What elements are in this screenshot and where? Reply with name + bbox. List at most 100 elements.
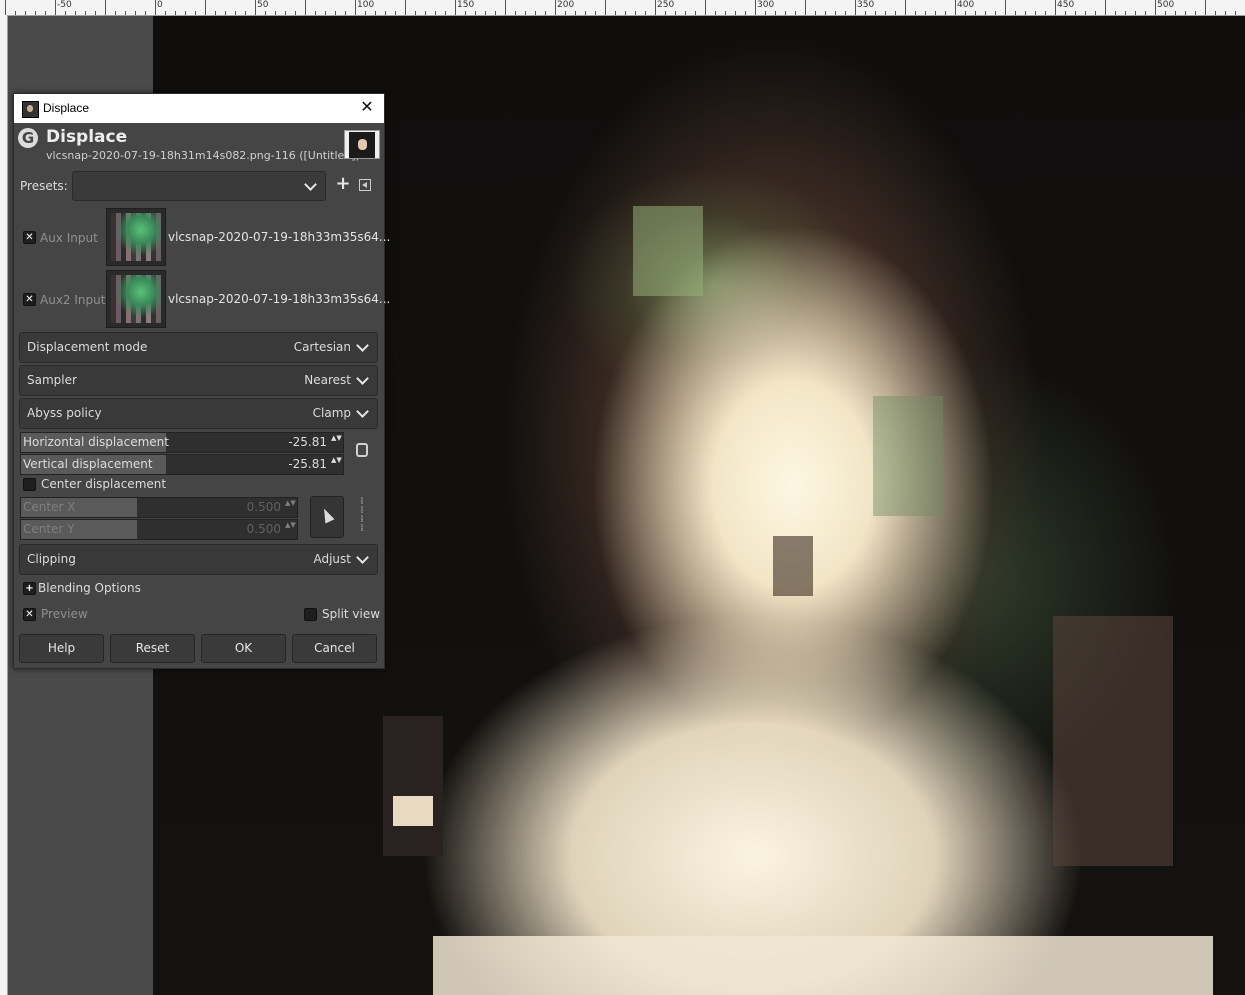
presets-combo[interactable]: [72, 171, 326, 201]
plus-icon[interactable]: +: [335, 175, 351, 193]
ruler-tick: [185, 11, 186, 15]
ruler-tick: [935, 11, 936, 15]
chain-link-icon[interactable]: ⁞ ⁞ ⁞ ⁞: [355, 497, 369, 535]
aux2-input-filename: vlcsnap-2020-07-19-18h33m35s64...: [168, 292, 391, 306]
vertical-ruler[interactable]: [0, 15, 8, 995]
reset-button[interactable]: Reset: [110, 634, 195, 663]
ruler-tick: [1195, 11, 1196, 15]
horizontal-ruler[interactable]: -50 0 50 100 150 200 250 300 350 400 450 500: [0, 0, 1245, 16]
ruler-tick: [175, 11, 176, 15]
ruler-tick: [875, 11, 876, 15]
aux2-input-thumbnail[interactable]: [106, 270, 166, 328]
aux-input-row: ✕ Aux Input vlcsnap-2020-07-19-18h33m35s…: [14, 208, 390, 266]
ruler-tick: [495, 11, 496, 15]
preview-checkbox[interactable]: ✕: [23, 608, 36, 621]
ruler-tick: [1115, 11, 1116, 15]
ruler-tick: [545, 11, 546, 15]
ruler-tick: [475, 11, 476, 15]
spin-arrows-icon[interactable]: ▲▼: [331, 434, 342, 451]
ruler-tick: [1105, 0, 1106, 15]
ruler-tick: [1215, 11, 1216, 15]
ruler-tick: [645, 11, 646, 15]
operation-title: Displace: [46, 127, 128, 147]
ruler-tick: [15, 11, 16, 15]
ruler-label: 0: [157, 0, 163, 10]
ruler-tick: [625, 11, 626, 15]
ruler-tick: [425, 11, 426, 15]
ruler-tick: [595, 11, 596, 15]
ruler-tick: [735, 11, 736, 15]
ruler-tick: [1225, 11, 1226, 15]
displacement-mode-label: Displacement mode: [27, 340, 148, 354]
spin-arrows-icon[interactable]: ▲▼: [331, 456, 342, 473]
center-x-value: 0.500: [246, 500, 281, 514]
dialog-header: G Displace vlcsnap-2020-07-19-18h31m14s0…: [14, 123, 384, 167]
ruler-tick: [905, 0, 906, 15]
ruler-tick: [385, 11, 386, 15]
ruler-tick: [795, 11, 796, 15]
ruler-tick: [435, 11, 436, 15]
ruler-tick: [1005, 0, 1006, 15]
ruler-tick: [335, 11, 336, 15]
ruler-label: 350: [857, 0, 875, 10]
pointer-arrow-icon: [319, 506, 335, 524]
displacement-mode-combo[interactable]: Displacement mode Cartesian: [19, 332, 378, 363]
help-button[interactable]: Help: [19, 634, 104, 663]
aux-input-thumbnail[interactable]: [106, 208, 166, 266]
ruler-tick: [235, 11, 236, 15]
ruler-tick: [395, 11, 396, 15]
clipping-combo[interactable]: Clipping Adjust: [19, 544, 378, 575]
ruler-tick: [245, 11, 246, 15]
abyss-policy-combo[interactable]: Abyss policy Clamp: [19, 398, 378, 429]
ruler-tick: [225, 11, 226, 15]
ruler-label: 450: [1057, 0, 1075, 10]
ruler-tick: [825, 11, 826, 15]
sampler-combo[interactable]: Sampler Nearest: [19, 365, 378, 396]
pick-center-button[interactable]: [310, 496, 344, 538]
spin-arrows-icon: ▲▼: [285, 521, 296, 529]
ruler-tick: [925, 11, 926, 15]
horizontal-displacement-value[interactable]: -25.81: [288, 435, 327, 449]
ruler-tick: [835, 11, 836, 15]
cancel-button[interactable]: Cancel: [292, 634, 377, 663]
ruler-tick: [195, 11, 196, 15]
ruler-tick: [415, 11, 416, 15]
glitch-block: [773, 536, 813, 596]
ruler-tick: [1235, 11, 1236, 15]
image-thumbnail: [344, 130, 380, 159]
aux-input-label: Aux Input: [40, 231, 98, 245]
ruler-tick: [775, 11, 776, 15]
ruler-tick: [665, 11, 666, 15]
expander-plus-icon[interactable]: +: [23, 582, 36, 595]
ok-button[interactable]: OK: [201, 634, 286, 663]
operation-subtitle: vlcsnap-2020-07-19-18h31m14s082.png-116 …: [46, 149, 360, 162]
gegl-operation-icon: G: [18, 128, 38, 148]
vertical-displacement-spinscale[interactable]: Vertical displacement -25.81 ▲▼: [20, 454, 344, 475]
ruler-tick: [375, 11, 376, 15]
aux2-input-checkbox[interactable]: ✕: [23, 293, 36, 306]
horizontal-displacement-label: Horizontal displacement: [23, 435, 169, 449]
ruler-tick: [725, 11, 726, 15]
menu-icon[interactable]: [359, 179, 371, 191]
close-icon[interactable]: ✕: [356, 97, 378, 119]
center-displacement-checkbox[interactable]: [23, 478, 36, 491]
ruler-tick: [845, 11, 846, 15]
glitch-block: [433, 936, 1213, 995]
ruler-label: 150: [457, 0, 475, 10]
ruler-label: 500: [1157, 0, 1175, 10]
window-title: Displace: [43, 101, 90, 115]
presets-label: Presets:: [20, 179, 68, 193]
dialog-titlebar[interactable]: Displace ✕: [14, 94, 384, 123]
ruler-tick: [1185, 11, 1186, 15]
ruler-tick: [995, 11, 996, 15]
ruler-tick: [895, 11, 896, 15]
horizontal-displacement-spinscale[interactable]: Horizontal displacement -25.81 ▲▼: [20, 432, 344, 453]
split-view-checkbox[interactable]: [304, 608, 317, 621]
vertical-displacement-value[interactable]: -25.81: [288, 457, 327, 471]
aux-input-checkbox[interactable]: ✕: [23, 231, 36, 244]
chain-link-icon[interactable]: [355, 437, 369, 471]
ruler-tick: [525, 11, 526, 15]
ruler-tick: [45, 11, 46, 15]
ruler-tick: [575, 11, 576, 15]
ruler-tick: [1075, 11, 1076, 15]
